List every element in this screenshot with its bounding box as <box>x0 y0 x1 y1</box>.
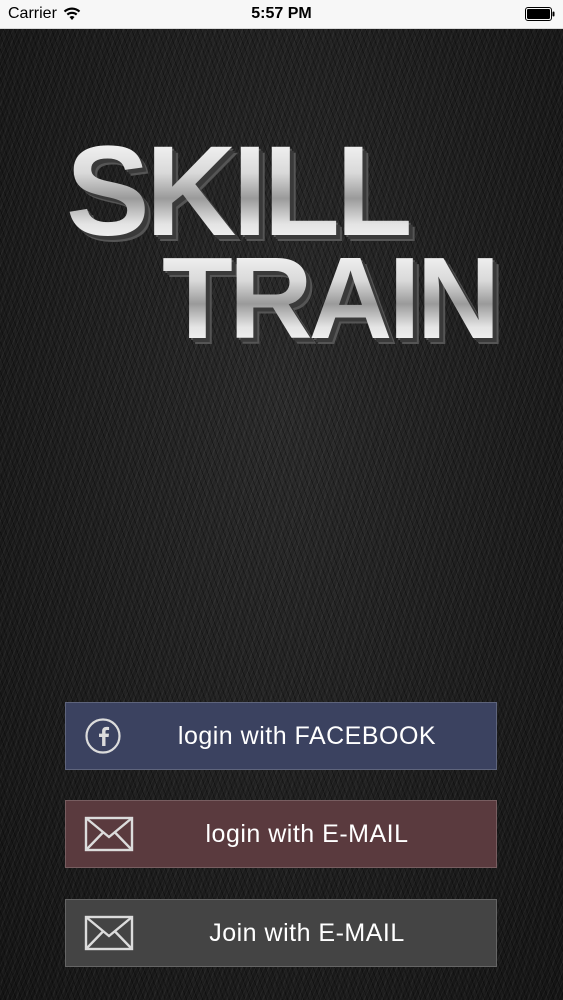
status-bar: Carrier 5:57 PM <box>0 0 563 29</box>
app-logo: SKILL TRAIN <box>64 128 504 358</box>
status-time: 5:57 PM <box>251 5 312 22</box>
login-screen: Carrier 5:57 PM SKILL TRAIN login with F… <box>0 0 563 1000</box>
login-facebook-button[interactable]: login with FACEBOOK <box>65 702 497 770</box>
logo-line-train: TRAIN <box>162 233 500 363</box>
login-email-button[interactable]: login with E-MAIL <box>65 800 497 868</box>
login-facebook-label: login with FACEBOOK <box>177 721 437 750</box>
login-email-label: login with E-MAIL <box>205 819 409 848</box>
battery-icon <box>525 7 555 21</box>
join-email-label: Join with E-MAIL <box>209 918 405 947</box>
join-email-button[interactable]: Join with E-MAIL <box>65 899 497 967</box>
